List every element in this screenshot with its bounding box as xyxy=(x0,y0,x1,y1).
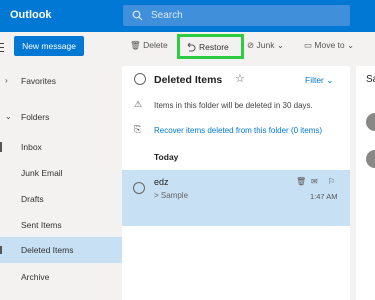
app-launcher-icon[interactable] xyxy=(0,9,4,23)
undo-icon xyxy=(187,42,196,52)
top-bar: Outlook Search xyxy=(0,0,375,32)
deleted-icon-edge xyxy=(0,246,2,254)
junk-button[interactable]: ⊘ Junk ⌄ xyxy=(247,40,284,51)
delete-button[interactable]: 🗑 Delete xyxy=(130,40,168,51)
trash-icon: 🗑 xyxy=(130,40,141,50)
search-box[interactable]: Search xyxy=(123,5,350,26)
move-to-button[interactable]: ▭ Move to ⌄ xyxy=(304,40,354,51)
search-placeholder: Search xyxy=(151,10,183,21)
chevron-down-icon: ⌄ xyxy=(326,75,334,85)
message-item[interactable]: edz > Sample 🗑 ✉ ⚐ 1:47 AM xyxy=(122,170,350,226)
favorites-header[interactable]: › Favorites xyxy=(0,72,122,90)
app-title[interactable]: Outlook xyxy=(10,9,52,21)
sidebar-item-inbox[interactable]: Inbox xyxy=(0,138,122,156)
chevron-down-icon: ⌄ xyxy=(5,112,12,121)
hamburger-menu-icon[interactable] xyxy=(0,43,4,55)
new-message-button[interactable]: New message xyxy=(14,36,84,56)
restore-button[interactable]: Restore xyxy=(177,34,244,59)
block-icon: ⊘ xyxy=(247,40,255,50)
folder-pane: New message › Favorites ⌄ Folders Inbox … xyxy=(0,32,122,300)
reading-pane-title: Sa xyxy=(366,74,375,85)
message-list: Deleted Items ☆ Filter ⌄ ⚠ Items in this… xyxy=(122,66,350,300)
command-bar: 🗑 Delete ⊘ Junk ⌄ ▭ Move to ⌄ xyxy=(122,32,375,60)
select-all-checkbox[interactable] xyxy=(134,73,146,85)
sidebar-item-archive[interactable]: Archive xyxy=(0,268,122,286)
flag-icon[interactable]: ⚐ xyxy=(328,177,335,186)
chevron-right-icon: › xyxy=(5,76,8,85)
mark-read-icon[interactable]: ✉ xyxy=(311,177,318,186)
folder-title: Deleted Items xyxy=(154,74,223,86)
folders-header[interactable]: ⌄ Folders xyxy=(0,108,122,126)
search-icon xyxy=(132,10,143,21)
folder-move-icon: ▭ xyxy=(304,40,313,50)
filter-button[interactable]: Filter ⌄ xyxy=(305,75,333,86)
favorite-star-icon[interactable]: ☆ xyxy=(235,72,245,85)
sidebar-item-sent-items[interactable]: Sent Items xyxy=(0,216,122,234)
delete-message-icon[interactable]: 🗑 xyxy=(296,177,306,186)
group-header-today: Today xyxy=(154,152,179,162)
warning-icon: ⚠ xyxy=(134,99,143,109)
sidebar-item-junk-email[interactable]: Junk Email xyxy=(0,164,122,182)
message-select-checkbox[interactable] xyxy=(133,182,145,194)
chevron-down-icon: ⌄ xyxy=(347,40,355,50)
outlook-window: Outlook Search New message › Favorites ⌄… xyxy=(0,0,375,300)
retention-notice: ⚠ Items in this folder will be deleted i… xyxy=(134,99,313,110)
sidebar-item-deleted-items[interactable]: Deleted Items xyxy=(0,237,122,263)
recover-icon: ⎘ xyxy=(134,124,142,134)
list-header: Deleted Items ☆ Filter ⌄ xyxy=(122,66,350,94)
message-sender: edz xyxy=(154,177,169,187)
recover-items-link[interactable]: ⎘ Recover items deleted from this folder… xyxy=(122,121,350,141)
inbox-icon-edge xyxy=(0,142,2,152)
message-time: 1:47 AM xyxy=(310,192,338,201)
message-subject: > Sample xyxy=(154,191,189,200)
reading-pane xyxy=(350,66,375,300)
chevron-down-icon: ⌄ xyxy=(276,40,284,50)
sidebar-item-drafts[interactable]: Drafts xyxy=(0,190,122,208)
